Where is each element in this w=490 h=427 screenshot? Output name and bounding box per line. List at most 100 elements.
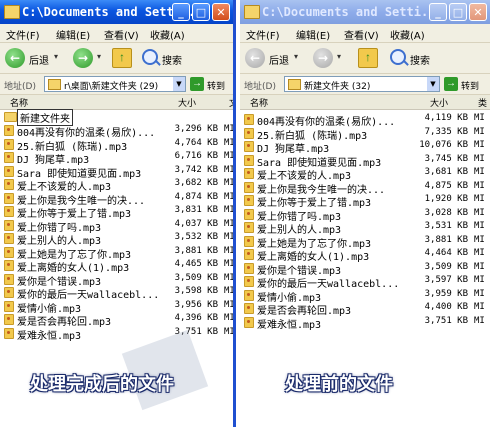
file-row[interactable]: 爱上你等于爱上了错.mp3 3,831 KB MI <box>0 205 233 220</box>
file-row[interactable]: 爱上不该爱的人.mp3 3,682 KB MI <box>0 178 235 193</box>
folder-icon <box>48 79 61 90</box>
file-type: MI <box>474 207 485 218</box>
go-button[interactable]: 转到 <box>461 79 479 92</box>
menu-favorites[interactable]: 收藏(A) <box>150 27 185 42</box>
menu-bar: 文件(F) 编辑(E) 查看(V) 收藏(A) <box>240 24 490 43</box>
file-row[interactable]: 004再没有你的温柔(易欣)... 4,119 KB MI <box>240 113 490 128</box>
minimize-button[interactable]: _ <box>429 3 447 21</box>
back-arrow-icon[interactable]: ← <box>5 48 25 68</box>
file-row[interactable]: Sara 即使知道要见面.mp3 3,742 KB MI <box>0 165 233 180</box>
file-row[interactable]: Sara 即使知道要见面.mp3 3,745 KB MI <box>240 154 490 169</box>
mp3-file-icon <box>244 141 254 152</box>
menu-edit[interactable]: 编辑(E) <box>56 27 90 42</box>
file-row[interactable]: 爱你是个错误.mp3 3,509 KB MI <box>240 262 490 277</box>
file-row[interactable]: 爱你的最后一天wallacebl... 3,597 KB MI <box>240 275 490 290</box>
menu-file[interactable]: 文件(F) <box>246 27 280 42</box>
back-button[interactable]: 后退 <box>29 52 49 67</box>
file-row[interactable]: 爱上别人的人.mp3 3,532 KB MI <box>0 232 233 247</box>
menu-file[interactable]: 文件(F) <box>6 27 40 42</box>
address-input[interactable]: 新建文件夹 (32) ▼ <box>284 76 440 92</box>
back-arrow-icon[interactable]: ← <box>245 48 265 68</box>
file-row[interactable]: DJ 狗尾草.mp3 10,076 KB MI <box>240 140 490 155</box>
file-row[interactable]: 004再没有你的温柔(易欣)... 3,296 KB MI <box>0 124 233 139</box>
close-button[interactable]: ✕ <box>212 3 230 21</box>
go-button[interactable]: 转到 <box>207 79 225 92</box>
file-type: MI <box>474 315 485 326</box>
title-bar[interactable]: C:\Documents and Setti... _ □ ✕ <box>240 0 490 24</box>
menu-edit[interactable]: 编辑(E) <box>296 27 330 42</box>
file-row[interactable]: 爱情小偷.mp3 3,956 KB MI <box>0 300 233 315</box>
file-row[interactable]: 爱你的最后一天wallacebl... 3,598 KB MI <box>0 286 235 301</box>
file-type: MI <box>474 167 485 177</box>
mp3-file-icon <box>244 276 254 287</box>
file-row[interactable]: 爱上她是为了忘了你.mp3 3,881 KB MI <box>0 246 233 261</box>
maximize-button[interactable]: □ <box>192 3 210 21</box>
file-type: MI <box>474 302 485 312</box>
file-row[interactable]: 爱上不该爱的人.mp3 3,681 KB MI <box>240 167 490 182</box>
file-row[interactable]: 爱上你是我今生唯一的决... 4,875 KB MI <box>240 181 490 196</box>
address-dropdown-icon[interactable]: ▼ <box>173 77 185 91</box>
menu-view[interactable]: 查看(V) <box>344 27 379 42</box>
explorer-window-original: C:\Documents and Setti... _ □ ✕ 文件(F) 编辑… <box>240 0 490 427</box>
forward-arrow-icon[interactable]: → <box>73 48 93 68</box>
file-row[interactable]: 爱上离婚的女人(1).mp3 4,465 KB MI <box>0 259 233 274</box>
search-icon[interactable] <box>390 49 406 65</box>
file-row[interactable]: 爱你是个错误.mp3 3,509 KB MI <box>0 272 233 288</box>
file-row[interactable]: 爱上你错了吗.mp3 4,037 KB MI <box>0 219 233 234</box>
file-row[interactable]: 爱情小偷.mp3 3,959 KB MI <box>240 288 490 304</box>
folder-row[interactable]: 新建文件夹 <box>0 109 233 126</box>
file-row[interactable]: 爱是否会再轮回.mp3 4,396 KB MI <box>0 313 233 328</box>
column-type[interactable]: 类 <box>478 96 487 109</box>
back-dropdown-icon[interactable]: ▾ <box>54 52 58 61</box>
file-row[interactable]: 爱上你等于爱上了错.mp3 1,920 KB MI <box>240 194 490 209</box>
file-size: 3,532 KB <box>174 232 218 242</box>
file-size: 3,509 KB <box>174 272 218 283</box>
minimize-button[interactable]: _ <box>172 3 190 21</box>
menu-bar: 文件(F) 编辑(E) 查看(V) 收藏(A) <box>0 24 233 43</box>
forward-arrow-icon[interactable]: → <box>313 48 333 68</box>
mp3-file-icon <box>244 114 254 125</box>
column-name[interactable]: 名称 <box>10 96 28 109</box>
address-input[interactable]: r\桌面\新建文件夹 (29) ▼ <box>44 76 186 92</box>
file-size: 6,716 KB <box>174 151 218 161</box>
forward-dropdown-icon[interactable]: ▾ <box>337 52 341 61</box>
column-type[interactable]: 文 <box>229 96 233 109</box>
search-icon[interactable] <box>142 49 158 65</box>
folder-up-icon[interactable]: ↑ <box>112 48 132 68</box>
file-size: 3,959 KB <box>424 288 468 299</box>
forward-dropdown-icon[interactable]: ▾ <box>97 52 101 61</box>
file-size: 3,598 KB <box>174 286 218 296</box>
file-row[interactable]: 25.新白狐 (陈瑞).mp3 4,764 KB MI <box>0 138 233 153</box>
go-arrow-icon[interactable]: → <box>190 77 204 91</box>
back-button[interactable]: 后退 <box>269 52 289 67</box>
file-row[interactable]: 爱上你错了吗.mp3 3,028 KB MI <box>240 207 490 223</box>
title-bar[interactable]: C:\Documents and Sett... _ □ ✕ <box>0 0 233 24</box>
address-dropdown-icon[interactable]: ▼ <box>427 77 439 91</box>
column-size[interactable]: 大小 <box>178 96 196 109</box>
search-button[interactable]: 搜索 <box>162 52 182 67</box>
maximize-button[interactable]: □ <box>449 3 467 21</box>
file-row[interactable]: 爱上她是为了忘了你.mp3 3,881 KB MI <box>240 235 490 250</box>
back-dropdown-icon[interactable]: ▾ <box>294 52 298 61</box>
column-name[interactable]: 名称 <box>250 96 268 109</box>
close-button[interactable]: ✕ <box>469 3 487 21</box>
go-arrow-icon[interactable]: → <box>444 77 458 91</box>
file-row[interactable]: 爱上你是我今生唯一的决... 4,874 KB MI <box>0 192 233 207</box>
file-row[interactable]: 爱难永恒.mp3 3,751 KB MI <box>0 327 233 342</box>
file-row[interactable]: 25.新白狐 (陈瑞).mp3 7,335 KB MI <box>240 127 490 142</box>
file-row[interactable]: 爱难永恒.mp3 3,751 KB MI <box>240 315 490 331</box>
file-row[interactable]: DJ 狗尾草.mp3 6,716 KB MI <box>0 151 233 166</box>
file-row[interactable]: 爱上离婚的女人(1).mp3 4,464 KB MI <box>240 248 490 263</box>
menu-view[interactable]: 查看(V) <box>104 27 139 42</box>
menu-favorites[interactable]: 收藏(A) <box>390 27 425 42</box>
file-row[interactable]: 爱是否会再轮回.mp3 4,400 KB MI <box>240 302 490 317</box>
column-size[interactable]: 大小 <box>430 96 448 109</box>
search-button[interactable]: 搜索 <box>410 52 430 67</box>
mp3-file-icon <box>244 289 254 301</box>
file-size: 3,681 KB <box>424 167 468 177</box>
mp3-file-icon <box>4 233 14 244</box>
folder-up-icon[interactable]: ↑ <box>358 48 378 68</box>
file-type: MI <box>224 286 235 296</box>
file-row[interactable]: 爱上别人的人.mp3 3,531 KB MI <box>240 221 490 236</box>
file-type: MI <box>224 178 235 188</box>
